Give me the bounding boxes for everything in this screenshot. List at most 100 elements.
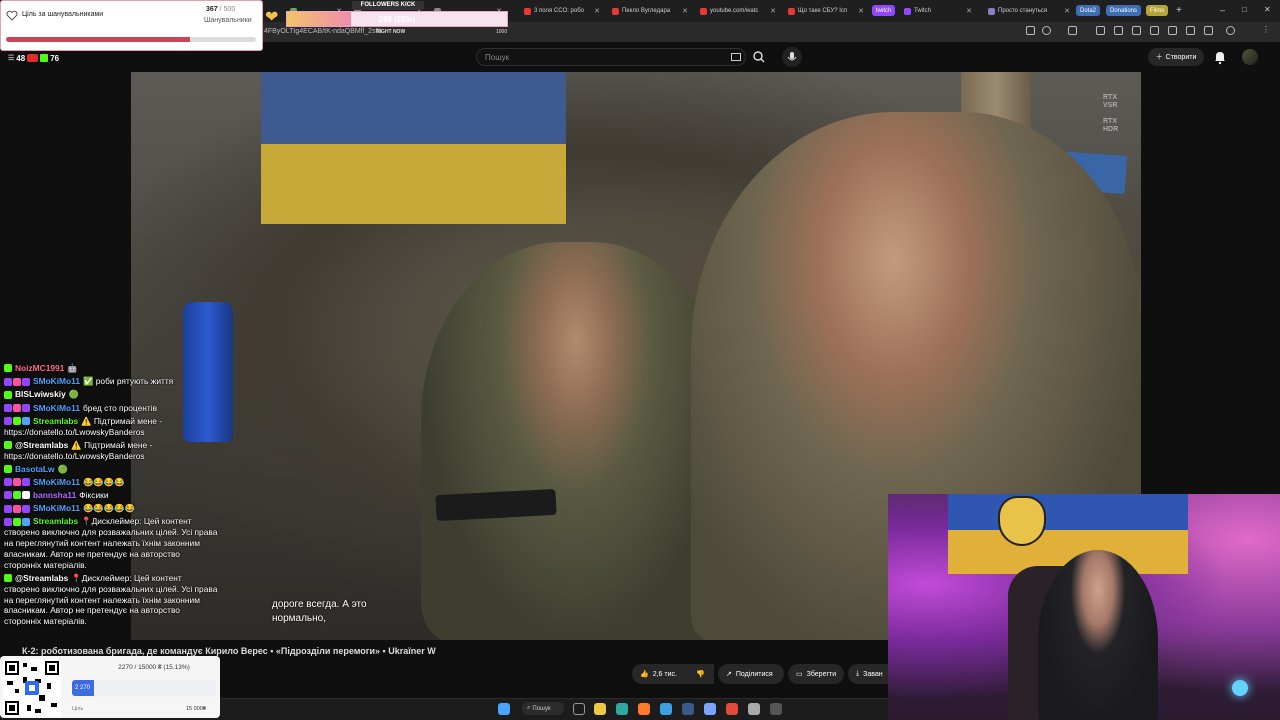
save-button[interactable]: ▭ Зберегти <box>788 664 844 684</box>
profile-icon[interactable] <box>1226 26 1235 35</box>
browser-tab[interactable]: Що таке СБУ? Ісп ✕ <box>784 3 868 19</box>
chat-badge-icon <box>22 478 30 487</box>
notifications-button[interactable] <box>1212 48 1228 66</box>
menu-icon[interactable]: ⋮ <box>1262 26 1271 35</box>
download-button[interactable]: ⤓ Заван <box>848 664 888 684</box>
url-text[interactable]: 4FByOLTtg4ECAB/tK-ndaQBMfl_2s% <box>264 28 382 35</box>
search-icon: ⌕ <box>527 705 531 711</box>
chat-badge-icon <box>13 491 21 500</box>
task-view-icon[interactable] <box>573 703 585 715</box>
extension-icon[interactable] <box>1204 26 1213 35</box>
settings-icon[interactable] <box>748 703 760 715</box>
bookmark-icon: ▭ <box>796 671 803 678</box>
save-label: Зберегти <box>806 670 837 678</box>
chat-badge-icon <box>4 364 12 373</box>
close-tab-icon[interactable]: ✕ <box>1064 7 1070 15</box>
close-tab-icon[interactable]: ✕ <box>858 7 864 15</box>
close-tab-icon[interactable]: ✕ <box>682 7 688 15</box>
chat-badges <box>4 377 31 388</box>
close-tab-icon[interactable]: ✕ <box>770 7 776 15</box>
extension-icon[interactable] <box>1168 26 1177 35</box>
chat-badge-icon <box>4 478 12 487</box>
extension-icon[interactable] <box>1096 26 1105 35</box>
chat-badge-icon <box>4 465 12 473</box>
create-button[interactable]: ＋ Створити <box>1148 48 1204 66</box>
bookmark-badge[interactable]: Dota2 <box>1076 5 1101 16</box>
new-tab-button[interactable]: + <box>1176 5 1182 16</box>
bookmark-badge[interactable]: Films <box>1146 5 1169 16</box>
dislike-button[interactable]: 👎 <box>688 664 714 684</box>
share-button[interactable]: ↗ Поділитися <box>718 664 784 684</box>
extension-icon[interactable] <box>1186 26 1195 35</box>
app-icon[interactable] <box>704 703 716 715</box>
keyboard-icon[interactable] <box>731 53 741 61</box>
goal-max: / 500 <box>219 6 236 13</box>
chat-badge-icon <box>4 417 12 426</box>
search-input[interactable]: Пошук <box>476 48 746 66</box>
chat-message: Streamlabs ⚠️ Підтримай мене - https://do… <box>4 416 219 438</box>
kick-followers-value: 289 (28%) <box>378 15 416 24</box>
chat-badge-icon <box>13 417 21 426</box>
chat-badge-icon <box>4 377 12 386</box>
telegram-icon[interactable] <box>660 703 672 715</box>
kick-followers-max: 1000 <box>496 29 508 35</box>
viewers-icon: ☰ <box>8 55 15 62</box>
goal-progress-bar <box>6 37 256 42</box>
chat-badges <box>4 517 31 528</box>
taskbar-search[interactable]: ⌕ Пошук <box>522 702 564 715</box>
thumbs-down-icon: 👎 <box>696 671 705 678</box>
close-tab-icon[interactable]: ✕ <box>594 7 600 15</box>
edge-icon[interactable] <box>616 703 628 715</box>
extension-icon[interactable] <box>1150 26 1159 35</box>
chat-message: SMoKiMo11 😂😂😂😂😂 <box>4 503 219 514</box>
browser-tab[interactable]: Twitch ✕ <box>900 3 976 19</box>
chat-nickname: NoizMC1991 <box>15 363 65 373</box>
chrome-icon[interactable] <box>726 703 738 715</box>
taskbar-search-label: Пошук <box>532 705 551 712</box>
chat-badge-icon <box>4 491 12 500</box>
bookmark-badge[interactable]: twitch <box>872 5 896 16</box>
chat-message: Streamlabs 📍Дисклеймер: Цей контент створ… <box>4 516 219 570</box>
extension-icon[interactable] <box>1068 26 1077 35</box>
chat-nickname: SMoKiMo11 <box>33 376 80 387</box>
chat-badge-icon <box>4 517 12 526</box>
flag-blue-stripe <box>261 72 566 144</box>
maximize-button[interactable]: □ <box>1242 5 1247 14</box>
steam-icon[interactable] <box>682 703 694 715</box>
translate-icon[interactable] <box>1026 26 1035 35</box>
close-window-button[interactable]: ✕ <box>1264 5 1271 14</box>
extension-icon[interactable] <box>1114 26 1123 35</box>
obs-icon[interactable] <box>770 703 782 715</box>
browser-tab[interactable]: youtube.com/watc ✕ <box>696 3 780 19</box>
tab-favicon-icon <box>700 7 707 15</box>
chat-message: BasotaLw 🟢 <box>4 464 219 475</box>
download-icon[interactable] <box>1132 26 1141 35</box>
create-label: Створити <box>1165 53 1197 61</box>
chat-text: 😂😂😂😂😂 <box>83 503 136 514</box>
close-tab-icon[interactable]: ✕ <box>966 7 972 15</box>
chat-badge-icon <box>13 504 21 513</box>
tab-label: youtube.com/watc <box>710 8 759 14</box>
chat-badges <box>4 363 13 374</box>
chat-badge-icon <box>4 441 12 450</box>
goal-title: Ціль за шанувальниками <box>22 11 104 18</box>
bookmark-star-icon[interactable] <box>1042 26 1051 35</box>
firefox-icon[interactable] <box>638 703 650 715</box>
chat-message: NoizMC1991 🤖 <box>4 363 219 374</box>
browser-tab[interactable]: Пекло Вугледара ✕ <box>608 3 692 19</box>
chat-message: @Streamlabs ⚠️ Підтримай мене - https://d… <box>4 440 219 462</box>
windows-start-icon[interactable] <box>498 703 510 715</box>
chat-nickname: BasotaLw <box>15 463 55 474</box>
download-icon: ⤓ <box>856 670 860 677</box>
chat-message: bannsha11 Фіксики <box>4 490 219 501</box>
bookmark-badge[interactable]: Donations <box>1106 5 1142 16</box>
browser-tab[interactable]: Просто стануться ✕ <box>984 3 1074 19</box>
file-explorer-icon[interactable] <box>594 703 606 715</box>
voice-search-button[interactable] <box>782 47 802 67</box>
bell-icon <box>1215 52 1225 65</box>
search-button[interactable] <box>748 48 770 66</box>
minimize-button[interactable]: – <box>1220 5 1225 15</box>
avatar[interactable] <box>1242 49 1258 65</box>
chat-badge-icon <box>13 517 21 526</box>
browser-tab[interactable]: 3 поля CCO: робо ✕ <box>520 3 604 19</box>
